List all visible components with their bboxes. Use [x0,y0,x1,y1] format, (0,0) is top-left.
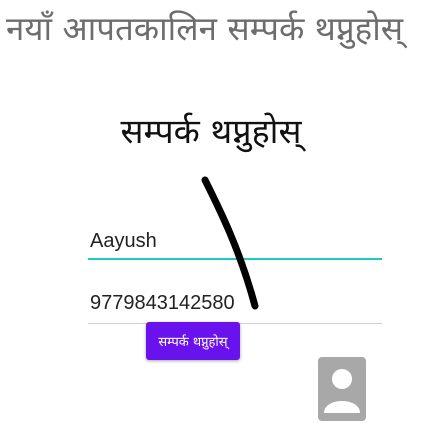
section-title: सम्पर्क थप्नुहोस् [120,112,302,152]
add-contact-button[interactable]: सम्पर्क थप्नुहोस् [146,322,240,360]
name-input-value: Aayush [90,230,157,252]
contact-icon[interactable] [318,357,366,421]
phone-field[interactable]: 9779843142580 [88,292,382,324]
name-field[interactable]: Aayush [88,230,382,260]
page-title: नयाँ आपतकालिन सम्पर्क थप्नुहोस् [6,9,404,48]
name-field-underline [88,258,382,260]
phone-input-value: 9779843142580 [90,292,235,314]
